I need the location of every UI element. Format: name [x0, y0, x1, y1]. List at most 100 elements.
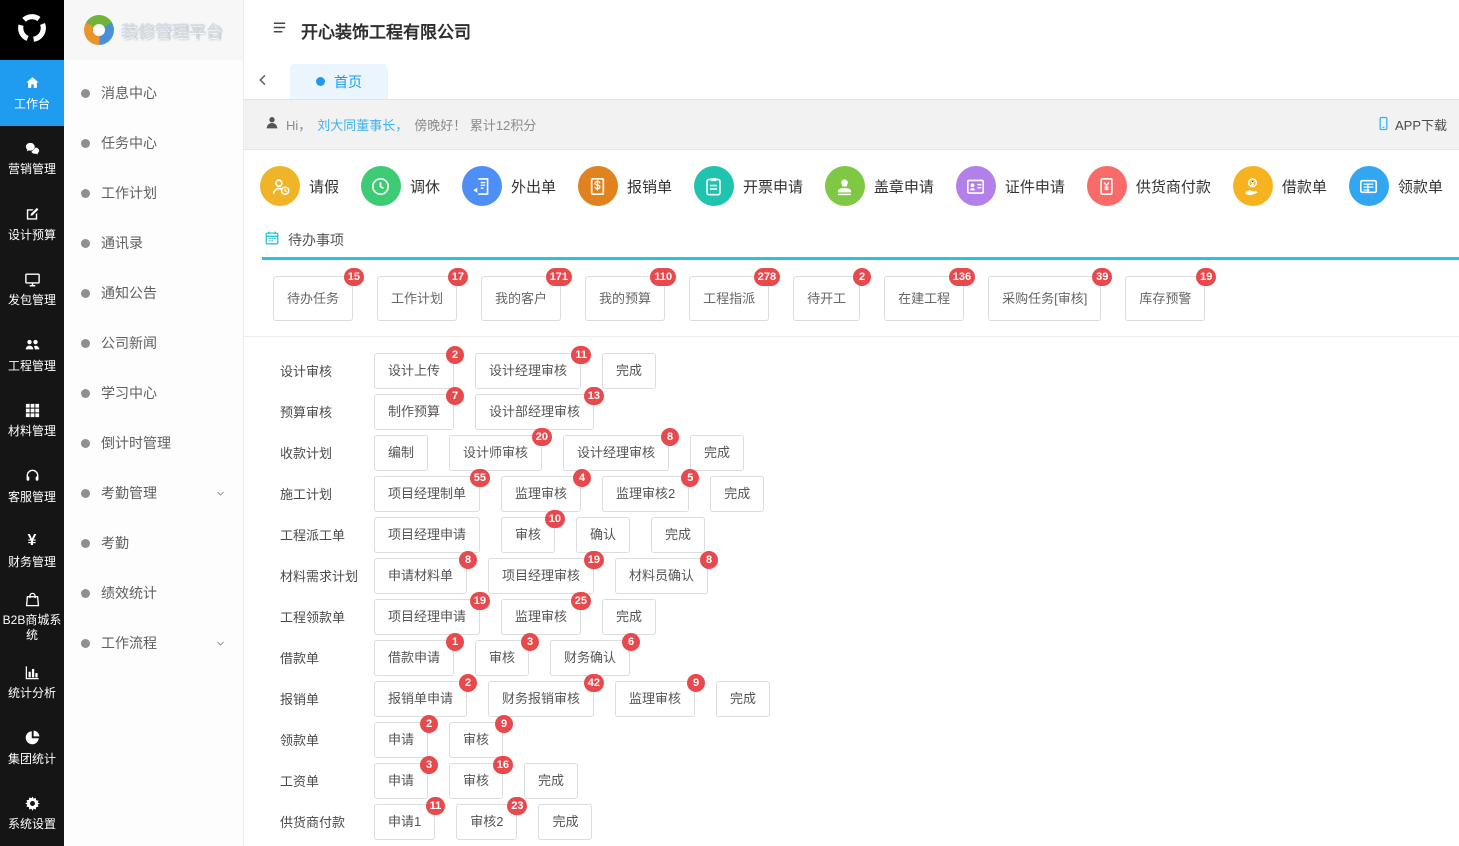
workflow-name: 材料需求计划 [280, 566, 374, 585]
workflow-step-button[interactable]: 申请 3 [374, 763, 428, 799]
menu-item-1[interactable]: 任务中心 [64, 118, 243, 168]
workflow-name: 借款单 [280, 648, 374, 667]
quick-action-2[interactable]: 外出单 [462, 166, 556, 206]
workflow-step-button[interactable]: 设计上传 2 [374, 353, 454, 389]
workflow-step-button[interactable]: 完成 [651, 517, 705, 553]
menu-item-4[interactable]: 通知公告 [64, 268, 243, 318]
workflow-step-button[interactable]: 申请材料单 8 [374, 558, 467, 594]
sidebar-item-chat[interactable]: 营销管理 [0, 126, 64, 192]
app-download-link[interactable]: APP下载 [1376, 115, 1447, 134]
menu-item-0[interactable]: 消息中心 [64, 68, 243, 118]
workflow-step-button[interactable]: 审核 10 [501, 517, 555, 553]
workflow-step-button[interactable]: 制作预算 7 [374, 394, 454, 430]
workflow-step-button[interactable]: 完成 [602, 599, 656, 635]
todo-tab-7[interactable]: 采购任务[审核] 39 [988, 276, 1101, 321]
workflow-step-button[interactable]: 设计师审核 20 [449, 435, 542, 471]
hamburger-icon[interactable] [271, 19, 288, 41]
menu-item-5[interactable]: 公司新闻 [64, 318, 243, 368]
workflow-step-button[interactable]: 监理审核 4 [501, 476, 581, 512]
menu-item-2[interactable]: 工作计划 [64, 168, 243, 218]
workflow-step-button[interactable]: 设计经理审核 11 [475, 353, 581, 389]
sidebar-item-edit[interactable]: 设计预算 [0, 191, 64, 257]
menu-item-9[interactable]: 考勤 [64, 518, 243, 568]
workflow-step-button[interactable]: 申请1 11 [374, 804, 435, 840]
workflow-step-button[interactable]: 审核2 23 [456, 804, 517, 840]
count-badge: 136 [949, 268, 975, 286]
todo-tab-3[interactable]: 我的预算 110 [585, 276, 665, 321]
workflow-step-button[interactable]: 完成 [524, 763, 578, 799]
sidebar-item-bag[interactable]: B2B商城系统 [0, 584, 64, 650]
menu-item-7[interactable]: 倒计时管理 [64, 418, 243, 468]
workflow-step-button[interactable]: 审核 16 [449, 763, 503, 799]
workflow-step-button[interactable]: 编制 [374, 435, 428, 471]
workflow-step-button[interactable]: 完成 [710, 476, 764, 512]
workflow-step-button[interactable]: 确认 [576, 517, 630, 553]
payment-icon [1349, 166, 1389, 206]
sidebar-item-bar-chart[interactable]: 统计分析 [0, 650, 64, 716]
menu-item-6[interactable]: 学习中心 [64, 368, 243, 418]
workflow-step-button[interactable]: 报销单申请 2 [374, 681, 467, 717]
todo-tab-1[interactable]: 工作计划 17 [377, 276, 457, 321]
todo-tab-5[interactable]: 待开工 2 [793, 276, 860, 321]
back-chevron-icon[interactable] [244, 61, 282, 99]
quick-action-8[interactable]: 借款单 [1233, 166, 1327, 206]
workflow-step-button[interactable]: 完成 [716, 681, 770, 717]
workflow-step-button[interactable]: 材料员确认 8 [615, 558, 708, 594]
tab-home[interactable]: 首页 [290, 64, 388, 99]
sidebar-item-monitor[interactable]: 发包管理 [0, 257, 64, 323]
workflow-step-button[interactable]: 监理审核2 5 [602, 476, 689, 512]
workflow-step-button[interactable]: 审核 9 [449, 722, 503, 758]
workflow-step-button[interactable]: 监理审核 25 [501, 599, 581, 635]
menu-item-11[interactable]: 工作流程 [64, 618, 243, 668]
count-badge: 16 [493, 756, 513, 774]
workflow-step-button[interactable]: 审核 3 [475, 640, 529, 676]
sidebar-item-label: 系统设置 [8, 817, 56, 832]
todo-tab-2[interactable]: 我的客户 171 [481, 276, 561, 321]
sidebar-item-home[interactable]: 工作台 [0, 60, 64, 126]
app-logo[interactable] [0, 0, 64, 60]
user-icon [264, 115, 280, 134]
sidebar-item-gear[interactable]: 系统设置 [0, 781, 64, 846]
sidebar-item-grid[interactable]: 材料管理 [0, 388, 64, 454]
quick-action-4[interactable]: 开票申请 [694, 166, 803, 206]
quick-action-9[interactable]: 领款单 [1349, 166, 1443, 206]
menu-item-3[interactable]: 通讯录 [64, 218, 243, 268]
quick-action-0[interactable]: 请假 [260, 166, 339, 206]
workflow-step-button[interactable]: 财务报销审核 42 [488, 681, 594, 717]
todo-tab-8[interactable]: 库存预警 19 [1125, 276, 1205, 321]
todo-tab-6[interactable]: 在建工程 136 [884, 276, 964, 321]
workflow-steps: 申请材料单 8 项目经理审核 19 材料员确认 8 [374, 558, 708, 594]
quick-action-6[interactable]: 证件申请 [956, 166, 1065, 206]
greeting-username[interactable]: 刘大同董事长， [317, 115, 408, 134]
workflow-step-button[interactable]: 设计经理审核 8 [563, 435, 669, 471]
quick-action-1[interactable]: 调休 [361, 166, 440, 206]
calendar-icon [264, 230, 280, 249]
sidebar-item-users[interactable]: 工程管理 [0, 322, 64, 388]
workflow-step-button[interactable]: 项目经理制单 55 [374, 476, 480, 512]
menu-item-label: 通讯录 [101, 233, 143, 253]
workflow-step-button[interactable]: 完成 [538, 804, 592, 840]
quick-action-3[interactable]: 报销单 [578, 166, 672, 206]
sidebar-item-headset[interactable]: 客服管理 [0, 453, 64, 519]
todo-tab-0[interactable]: 待办任务 15 [273, 276, 353, 321]
menu-item-10[interactable]: 绩效统计 [64, 568, 243, 618]
workflow-step-button[interactable]: 财务确认 6 [550, 640, 630, 676]
menu-item-8[interactable]: 考勤管理 [64, 468, 243, 518]
quick-action-7[interactable]: 供货商付款 [1087, 166, 1211, 206]
workflow-step-button[interactable]: 申请 2 [374, 722, 428, 758]
workflow-step-button[interactable]: 设计部经理审核 13 [475, 394, 594, 430]
workflow-step-button[interactable]: 项目经理审核 19 [488, 558, 594, 594]
workflow-step-button[interactable]: 完成 [602, 353, 656, 389]
count-badge: 19 [584, 551, 604, 569]
quick-action-5[interactable]: 盖章申请 [825, 166, 934, 206]
sidebar-item-pie-chart[interactable]: 集团统计 [0, 715, 64, 781]
todo-tab-4[interactable]: 工程指派 278 [689, 276, 769, 321]
workflow-step-button[interactable]: 项目经理申请 19 [374, 599, 480, 635]
workflow-step-button[interactable]: 监理审核 9 [615, 681, 695, 717]
workflow-step-button[interactable]: 借款申请 1 [374, 640, 454, 676]
sidebar-item-yen[interactable]: ¥ 财务管理 [0, 519, 64, 585]
gear-icon [24, 794, 41, 812]
workflow-step-button[interactable]: 完成 [690, 435, 744, 471]
workflow-steps: 制作预算 7 设计部经理审核 13 [374, 394, 594, 430]
workflow-step-button[interactable]: 项目经理申请 [374, 517, 480, 553]
